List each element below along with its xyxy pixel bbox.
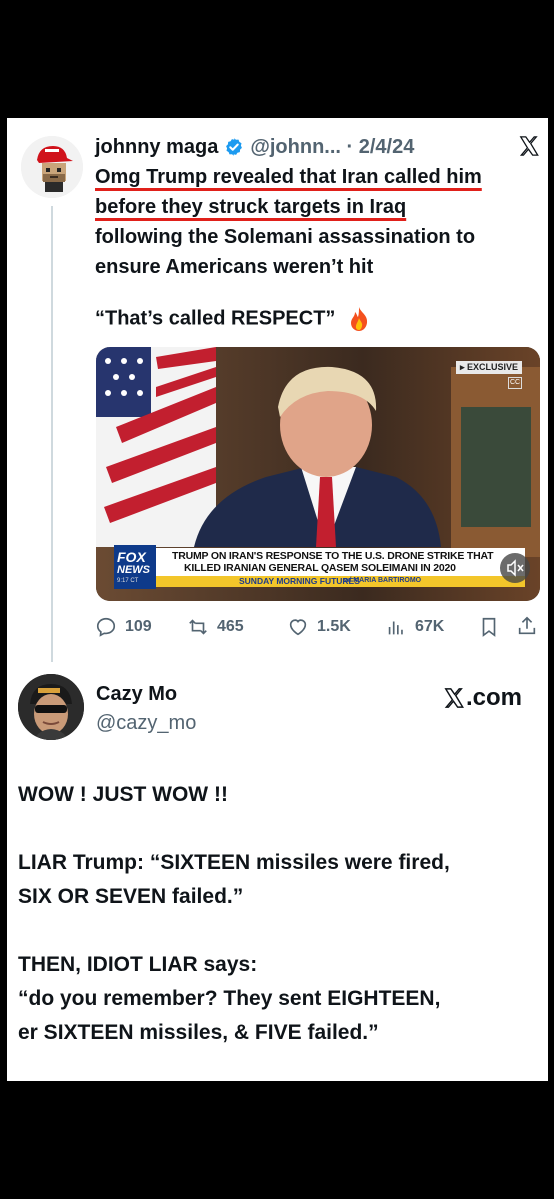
- repost-button[interactable]: 465: [187, 615, 244, 639]
- heart-icon: [289, 619, 307, 636]
- tweet-line: THEN, IDIOT LIAR says:: [18, 953, 258, 976]
- tweet-quote: “That’s called RESPECT”: [95, 307, 336, 330]
- x-logo-icon: [444, 688, 465, 708]
- fire-emoji-icon: [351, 307, 368, 331]
- avatar[interactable]: [21, 136, 83, 198]
- tweet-line: ensure Americans weren’t hit: [95, 256, 374, 278]
- display-name[interactable]: Cazy Mo: [96, 683, 177, 706]
- screenshot-card: johnny maga @johnn... · 2/4/24 Omg Trump…: [7, 118, 548, 1081]
- closed-captions-icon[interactable]: CC: [508, 377, 522, 389]
- network-logo-line-1: FOX: [117, 549, 146, 565]
- like-count: 1.5K: [317, 618, 351, 635]
- host-name: w/ MARIA BARTIROMO: [344, 577, 422, 584]
- handle-and-date[interactable]: @johnn... · 2/4/24: [250, 136, 414, 159]
- reply-button[interactable]: 109: [95, 615, 152, 639]
- thread-line: [51, 206, 53, 662]
- tweet-quote-line: “That’s called RESPECT”: [95, 306, 371, 332]
- bookmark-icon[interactable]: [478, 616, 500, 638]
- mute-button[interactable]: [500, 553, 530, 583]
- views-button[interactable]: 67K: [385, 615, 444, 639]
- network-time: 9:17 CT: [117, 578, 139, 584]
- tweet-line: following the Solemani assassination to: [95, 226, 476, 248]
- tweet-header: johnny maga @johnn... · 2/4/24: [95, 132, 538, 162]
- network-logo: FOX NEWS 9:17 CT: [114, 545, 156, 589]
- repost-icon: [189, 619, 207, 635]
- like-button[interactable]: 1.5K: [287, 615, 351, 639]
- chyron-line-1: TRUMP ON IRAN'S RESPONSE TO THE U.S. DRO…: [172, 550, 494, 562]
- tweet-line-underlined: Omg Trump revealed that Iran called him: [95, 166, 482, 188]
- tweet-text: Omg Trump revealed that Iran called him …: [95, 162, 540, 282]
- speaker-muted-icon: [507, 559, 524, 577]
- tweet-line-underlined: before they struck targets in Iraq: [95, 196, 407, 218]
- reply-count: 109: [125, 618, 152, 635]
- tweet-text: WOW ! JUST WOW !! LIAR Trump: “SIXTEEN m…: [18, 778, 543, 1050]
- tweet-line: “do you remember? They sent EIGHTEEN,: [18, 987, 441, 1010]
- avatar[interactable]: [18, 674, 84, 740]
- tweet-line: LIAR Trump: “SIXTEEN missiles were fired…: [18, 851, 450, 874]
- handle[interactable]: @cazy_mo: [96, 712, 196, 735]
- tweet-actions: 109 465 1.5K 67K: [95, 615, 540, 639]
- tweet-line: WOW ! JUST WOW !!: [18, 783, 228, 806]
- show-name: SUNDAY MORNING FUTURES: [239, 576, 360, 586]
- video-thumbnail[interactable]: ▸ EXCLUSIVE CC TRUMP ON IRAN'S RESPONSE …: [96, 347, 540, 601]
- chyron-line-2: KILLED IRANIAN GENERAL QASEM SOLEIMANI I…: [184, 562, 456, 574]
- tweet-line: SIX OR SEVEN failed.”: [18, 885, 244, 908]
- tweet-line: er SIXTEEN missiles, & FIVE failed.”: [18, 1021, 379, 1044]
- repost-count: 465: [217, 618, 244, 635]
- view-count: 67K: [415, 618, 445, 635]
- reply-icon: [96, 617, 116, 637]
- display-name[interactable]: johnny maga: [95, 136, 218, 159]
- verified-badge-icon: [226, 138, 243, 156]
- brand-domain: .com: [466, 684, 523, 711]
- exclusive-badge: ▸ EXCLUSIVE: [455, 361, 522, 374]
- x-logo-icon[interactable]: [518, 135, 540, 157]
- analytics-icon: [388, 621, 403, 635]
- chyron-show-bar: SUNDAY MORNING FUTURES w/ MARIA BARTIROM…: [114, 576, 525, 587]
- news-chyron: TRUMP ON IRAN'S RESPONSE TO THE U.S. DRO…: [114, 548, 525, 576]
- network-logo-line-2: NEWS: [117, 564, 150, 576]
- share-icon[interactable]: [516, 615, 538, 637]
- x-com-label: .com: [443, 684, 522, 712]
